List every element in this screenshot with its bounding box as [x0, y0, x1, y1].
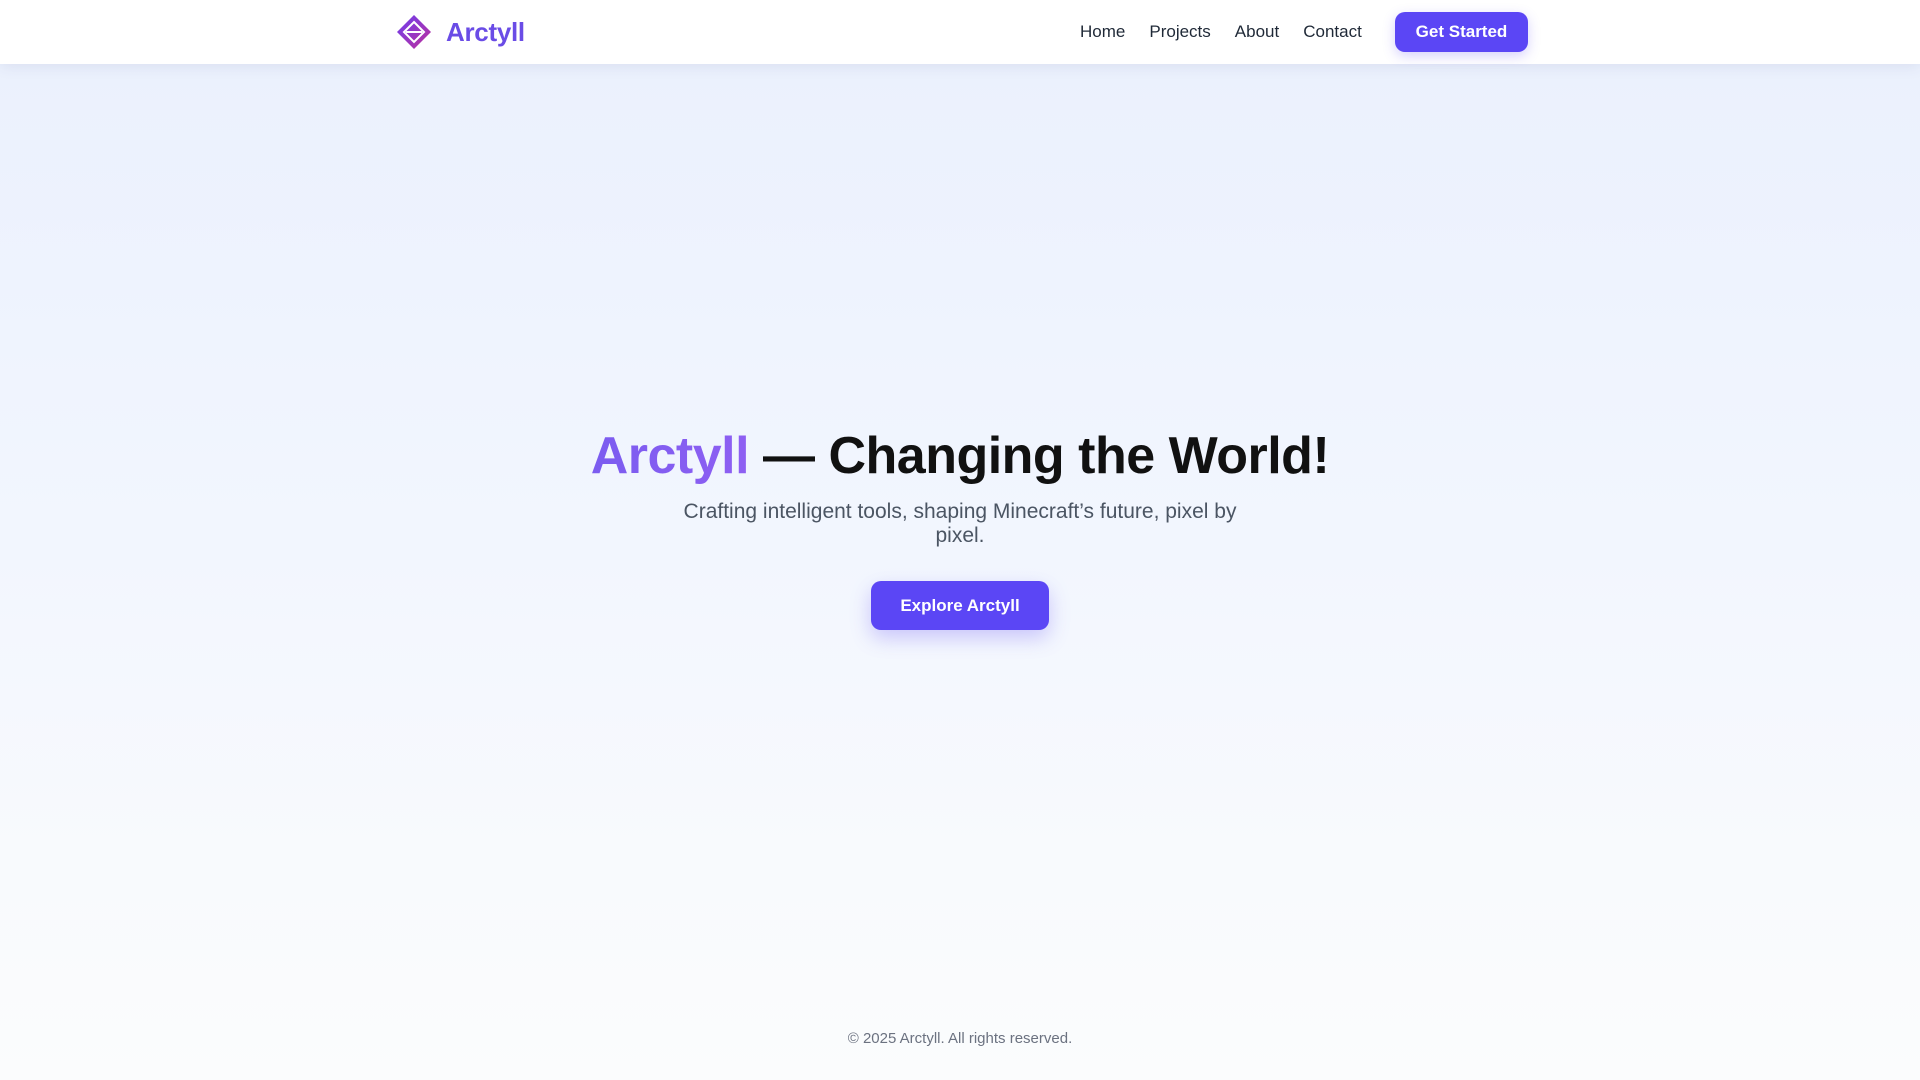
nav-link-home[interactable]: Home	[1080, 0, 1125, 64]
nav-link-contact[interactable]: Contact	[1303, 0, 1362, 64]
nav-link-projects[interactable]: Projects	[1149, 0, 1210, 64]
hero-title: Arctyll — Changing the World!	[0, 420, 1920, 492]
brand-name: Arctyll	[446, 17, 525, 47]
hero-subtitle: Crafting intelligent tools, shaping Mine…	[683, 500, 1237, 547]
diamond-logo-icon	[397, 15, 431, 49]
explore-button[interactable]: Explore Arctyll	[871, 581, 1049, 630]
nav-link-about[interactable]: About	[1235, 0, 1279, 64]
get-started-button[interactable]: Get Started	[1395, 12, 1528, 52]
footer: © 2025 Arctyll. All rights reserved.	[0, 1028, 1920, 1050]
footer-copyright: © 2025 Arctyll. All rights reserved.	[847, 1030, 1073, 1047]
hero-title-tagline: — Changing the World!	[749, 427, 1330, 485]
hero-section: Arctyll — Changing the World! Crafting i…	[0, 420, 1920, 630]
top-navbar: Arctyll Home Projects About Contact Get …	[0, 0, 1920, 64]
hero-title-brand: Arctyll	[590, 427, 750, 485]
brand[interactable]: Arctyll	[396, 14, 525, 50]
main-nav: Home Projects About Contact	[1080, 0, 1386, 64]
